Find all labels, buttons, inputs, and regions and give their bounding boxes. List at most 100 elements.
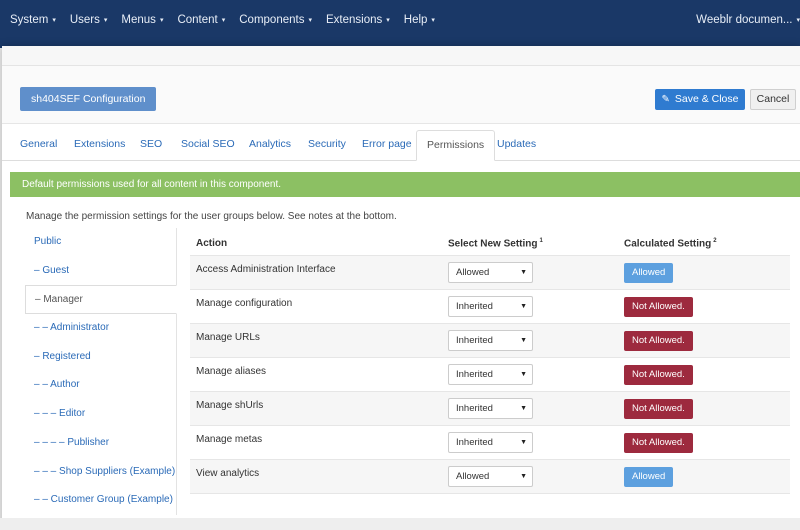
- header-select-label: Select New Setting: [448, 238, 538, 250]
- header-select-note: 1: [539, 237, 543, 244]
- header-calculated-note: 2: [713, 237, 717, 244]
- permissions-table: Action Select New Setting 1 Calculated Se…: [190, 232, 790, 494]
- nav-content[interactable]: Content ▾: [177, 14, 225, 26]
- setting-select[interactable]: Inherited ▼: [448, 432, 533, 453]
- group-item-public[interactable]: Public: [25, 228, 177, 257]
- setting-value: Inherited: [456, 335, 493, 346]
- tab-permissions[interactable]: Permissions: [416, 130, 496, 161]
- tab-extensions[interactable]: Extensions: [74, 130, 125, 161]
- tab-error-page[interactable]: Error page: [362, 130, 412, 161]
- setting-value: Inherited: [456, 369, 493, 380]
- calculated-badge: Allowed: [624, 262, 674, 283]
- nav-users[interactable]: Users ▾: [70, 14, 108, 26]
- setting-cell: Allowed ▼: [448, 466, 622, 487]
- nav-system[interactable]: System ▾: [10, 14, 56, 26]
- calculated-badge: Not Allowed.: [624, 398, 693, 419]
- nav-extensions[interactable]: Extensions ▾: [326, 14, 390, 26]
- caret-down-icon: ▼: [520, 439, 527, 446]
- tab-analytics[interactable]: Analytics: [249, 130, 291, 161]
- table-row: Manage shUrls Inherited ▼ Not Allowed.: [190, 392, 790, 426]
- action-label: View analytics: [196, 467, 260, 479]
- header-action: Action: [196, 238, 228, 249]
- calculated-badge: Allowed: [624, 466, 674, 487]
- calculated-cell: Not Allowed.: [622, 296, 790, 317]
- tab-security[interactable]: Security: [308, 130, 346, 161]
- modal-header: [2, 46, 800, 66]
- setting-select[interactable]: Inherited ▼: [448, 398, 533, 419]
- edit-icon: ✎: [661, 94, 670, 105]
- group-item-author[interactable]: – – Author: [25, 371, 177, 401]
- save-close-button[interactable]: ✎ Save & Close: [655, 89, 745, 110]
- setting-select[interactable]: Inherited ▼: [448, 296, 533, 317]
- action-label: Manage aliases: [196, 365, 267, 377]
- caret-down-icon: ▼: [520, 371, 527, 378]
- tab-social-seo[interactable]: Social SEO: [181, 130, 235, 161]
- chevron-down-icon: ▾: [386, 17, 390, 24]
- table-row: Access Administration Interface Allowed ▼ A…: [190, 256, 790, 290]
- info-alert: Default permissions used for all content…: [10, 172, 800, 197]
- setting-value: Inherited: [456, 403, 493, 414]
- nav-system-label: System: [10, 14, 49, 26]
- nav-components-label: Components: [239, 14, 305, 26]
- configuration-modal: sh404SEF Configuration ✎ Save & Close Ca…: [2, 46, 800, 530]
- table-row: View analytics Allowed ▼ Allowed: [190, 460, 790, 494]
- group-item-guest[interactable]: – Guest: [25, 256, 177, 286]
- table-row: Manage configuration Inherited ▼ Not Allowe…: [190, 290, 790, 324]
- table-row: Manage URLs Inherited ▼ Not Allowed.: [190, 324, 790, 358]
- setting-cell: Allowed ▼: [448, 262, 622, 283]
- chevron-down-icon: ▾: [308, 17, 312, 24]
- nav-content-label: Content: [177, 14, 218, 26]
- nav-menus-label: Menus: [121, 14, 156, 26]
- caret-down-icon: ▼: [520, 337, 527, 344]
- config-tabs: General Extensions SEO Social SEO Analytics S…: [2, 130, 800, 161]
- group-item-manager[interactable]: – Manager: [25, 285, 177, 315]
- calculated-cell: Not Allowed.: [622, 330, 790, 351]
- chevron-down-icon: ▾: [52, 17, 56, 24]
- page-title: sh404SEF Configuration: [20, 87, 157, 111]
- chevron-down-icon: ▾: [103, 17, 108, 24]
- setting-select[interactable]: Inherited ▼: [448, 330, 533, 351]
- action-label: Manage URLs: [196, 331, 260, 343]
- group-item-registered[interactable]: – Registered: [25, 342, 177, 372]
- calculated-cell: Not Allowed.: [622, 398, 790, 419]
- nav-help[interactable]: Help ▾: [404, 14, 435, 26]
- nav-users-label: Users: [69, 14, 100, 26]
- setting-select[interactable]: Inherited ▼: [448, 364, 533, 385]
- tab-updates[interactable]: Updates: [497, 130, 536, 161]
- table-row: Manage metas Inherited ▼ Not Allowed.: [190, 426, 790, 460]
- group-item-publisher[interactable]: – – – – Publisher: [25, 428, 177, 458]
- group-item-customer-group-example[interactable]: – – Customer Group (Example): [25, 486, 177, 515]
- nav-components[interactable]: Components ▾: [239, 14, 312, 26]
- group-item-administrator[interactable]: – – Administrator: [25, 314, 177, 343]
- group-item-editor[interactable]: – – – Editor: [25, 400, 177, 429]
- calculated-cell: Not Allowed.: [622, 364, 790, 385]
- setting-value: Inherited: [456, 437, 493, 448]
- tab-general[interactable]: General: [20, 130, 57, 161]
- calculated-badge: Not Allowed.: [624, 364, 693, 385]
- setting-value: Allowed: [456, 267, 490, 278]
- user-groups-list: Public – Guest – Manager – – Administrator –…: [25, 228, 177, 515]
- setting-value: Inherited: [456, 301, 493, 312]
- main-menu: System ▾ Users ▾ Menus ▾ Content ▾ Components ▾ Ex…: [10, 14, 449, 26]
- calculated-badge: Not Allowed.: [624, 432, 693, 453]
- tab-seo[interactable]: SEO: [140, 130, 162, 161]
- action-label: Manage shUrls: [196, 399, 264, 411]
- nav-menus[interactable]: Menus ▾: [121, 14, 163, 26]
- chevron-down-icon: ▾: [221, 17, 226, 24]
- calculated-cell: Allowed: [622, 262, 790, 283]
- calculated-badge: Not Allowed.: [624, 296, 693, 317]
- header-calculated-label: Calculated Setting: [624, 238, 712, 250]
- site-menu[interactable]: Weeblr documen... ▾: [696, 14, 800, 26]
- chevron-down-icon: ▾: [796, 17, 800, 24]
- top-navbar: System ▾ Users ▾ Menus ▾ Content ▾ Components ▾ Ex…: [0, 0, 800, 48]
- table-header: Action Select New Setting 1 Calculated Se…: [190, 232, 790, 256]
- group-item-shop-suppliers-example[interactable]: – – – Shop Suppliers (Example): [25, 457, 177, 487]
- save-close-label: Save & Close: [674, 93, 739, 105]
- setting-select[interactable]: Allowed ▼: [448, 466, 533, 487]
- chevron-down-icon: ▾: [159, 17, 164, 24]
- setting-select[interactable]: Allowed ▼: [448, 262, 533, 283]
- caret-down-icon: ▼: [520, 269, 527, 276]
- toolbar: sh404SEF Configuration ✎ Save & Close Ca…: [2, 66, 800, 124]
- cancel-button[interactable]: Cancel: [750, 89, 796, 110]
- action-label: Access Administration Interface: [196, 263, 336, 275]
